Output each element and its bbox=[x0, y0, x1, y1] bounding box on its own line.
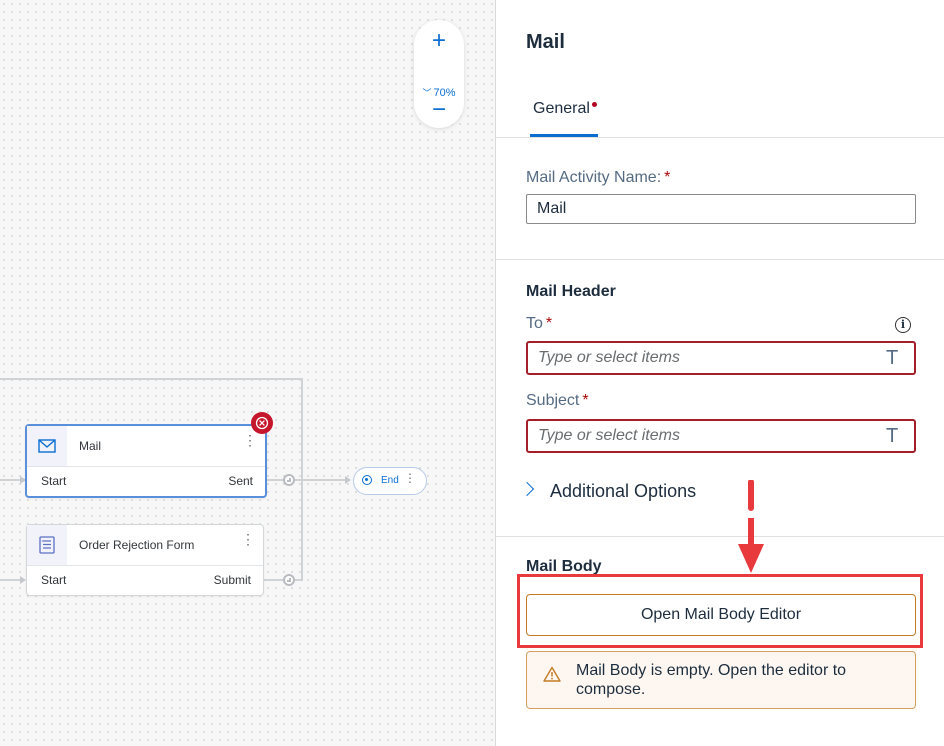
more-options-icon[interactable]: ⋮ bbox=[241, 532, 255, 546]
mail-node-start-port: Start bbox=[41, 474, 67, 488]
connector-loop-top bbox=[0, 378, 303, 380]
end-node[interactable]: End ⋮ bbox=[353, 467, 427, 495]
mail-header-title: Mail Header bbox=[526, 283, 616, 300]
order-rejection-form-node[interactable]: Order Rejection Form ⋮ Start Submit bbox=[26, 524, 264, 596]
to-label: To * bbox=[526, 315, 552, 333]
activity-name-label-text: Mail Activity Name: bbox=[526, 169, 662, 186]
zoom-in-button[interactable]: + bbox=[414, 24, 464, 58]
form-node-start-port: Start bbox=[41, 573, 67, 587]
subject-label: Subject * bbox=[526, 392, 589, 410]
subject-label-text: Subject bbox=[526, 392, 580, 409]
activity-name-input[interactable] bbox=[526, 194, 916, 224]
to-label-text: To bbox=[526, 315, 543, 332]
add-step-mail-icon[interactable] bbox=[283, 474, 295, 486]
tab-general-label: General bbox=[533, 100, 590, 117]
connector-mail-out bbox=[263, 479, 345, 481]
more-options-icon[interactable]: ⋮ bbox=[243, 433, 257, 447]
annotation-arrow-icon bbox=[738, 480, 764, 573]
end-node-label: End bbox=[381, 475, 399, 486]
required-marker: * bbox=[545, 315, 553, 332]
tab-divider bbox=[496, 137, 944, 138]
mail-body-warning: Mail Body is empty. Open the editor to c… bbox=[526, 651, 916, 709]
form-node-header: Order Rejection Form ⋮ bbox=[27, 525, 263, 566]
chevron-right-icon[interactable] bbox=[519, 481, 535, 497]
form-icon bbox=[27, 525, 67, 565]
required-marker: * bbox=[582, 392, 589, 409]
mail-node-sent-port: Sent bbox=[228, 474, 253, 488]
error-indicator-icon bbox=[591, 102, 597, 107]
properties-panel: Mail General Mail Activity Name:* Mail H… bbox=[495, 0, 944, 746]
connector-form-in bbox=[0, 579, 20, 581]
process-canvas[interactable]: + ﹀ 70% − Mail ⋮ Start Sent Order Reject… bbox=[0, 0, 495, 746]
annotation-highlight-box bbox=[517, 574, 923, 648]
zoom-control: + ﹀ 70% − bbox=[414, 20, 464, 128]
mail-node-header: Mail ⋮ bbox=[27, 426, 265, 467]
required-marker: * bbox=[664, 169, 671, 186]
error-icon[interactable] bbox=[251, 412, 273, 434]
section-divider bbox=[496, 536, 944, 537]
to-input[interactable] bbox=[526, 341, 916, 375]
connector-mail-in bbox=[0, 479, 20, 481]
section-divider bbox=[496, 259, 944, 260]
activity-name-label: Mail Activity Name: * bbox=[526, 169, 670, 187]
panel-title: Mail bbox=[526, 31, 565, 53]
subject-input[interactable] bbox=[526, 419, 916, 453]
form-node-submit-port: Submit bbox=[213, 573, 251, 587]
text-token-icon[interactable]: T bbox=[886, 347, 898, 370]
tab-general[interactable]: General bbox=[533, 100, 597, 118]
warning-icon bbox=[543, 666, 561, 687]
end-icon bbox=[362, 475, 372, 485]
additional-options-toggle[interactable]: Additional Options bbox=[550, 481, 696, 502]
arrow-icon bbox=[345, 476, 351, 484]
more-options-icon[interactable]: ⋮ bbox=[404, 471, 416, 485]
chevron-down-icon: ﹀ bbox=[422, 88, 432, 98]
add-step-form-icon[interactable] bbox=[283, 574, 295, 586]
info-icon[interactable]: i bbox=[895, 317, 911, 333]
mail-node-title: Mail bbox=[79, 439, 102, 453]
text-token-icon[interactable]: T bbox=[886, 425, 898, 448]
mail-node[interactable]: Mail ⋮ Start Sent bbox=[25, 424, 267, 498]
envelope-icon bbox=[27, 426, 67, 466]
form-node-title: Order Rejection Form bbox=[79, 538, 195, 552]
mail-body-warning-text: Mail Body is empty. Open the editor to c… bbox=[576, 662, 847, 698]
